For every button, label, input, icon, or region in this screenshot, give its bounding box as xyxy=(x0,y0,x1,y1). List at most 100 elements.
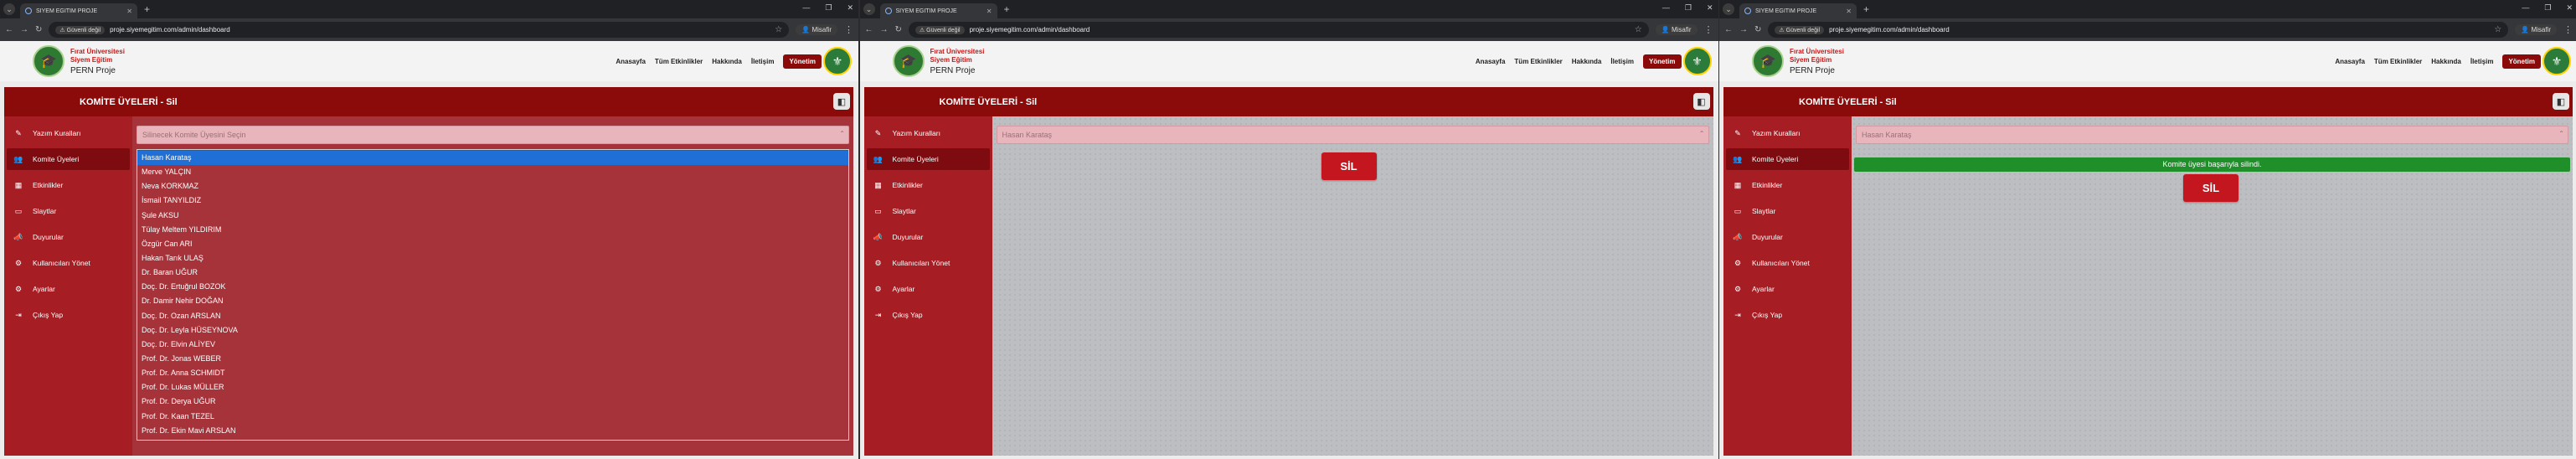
member-option[interactable]: İsmail TANYILDIZ xyxy=(137,193,848,208)
maximize-icon[interactable]: ❐ xyxy=(2544,3,2551,13)
member-option[interactable]: Prof. Dr. Ekin Mavi ARSLAN xyxy=(137,424,848,438)
sidebar-item-writing-rules[interactable]: ✎ Yazım Kuralları xyxy=(7,122,130,144)
sidebar-item-events[interactable]: ▦ Etkinlikler xyxy=(867,174,990,196)
sidebar-item-announcements[interactable]: 📣 Duyurular xyxy=(1726,226,1849,248)
nav-admin[interactable]: Yönetim xyxy=(783,54,822,69)
member-option[interactable]: Şule AKSU xyxy=(137,209,848,223)
sidebar-item-committee[interactable]: 👥 Komite Üyeleri xyxy=(866,148,990,170)
address-bar[interactable]: ⚠ Güvenli değil proje.siyemegitim.com/ad… xyxy=(908,22,1649,38)
browser-tab[interactable]: SİYEM EGİTİM PROJE ✕ xyxy=(1739,3,1857,18)
tab-search-icon[interactable]: ⌄ xyxy=(863,3,875,15)
collapse-icon[interactable]: ◧ xyxy=(833,93,850,110)
sidebar-item-manage-users[interactable]: ⚙ Kullanıcıları Yönet xyxy=(1726,252,1849,274)
bookmark-star-icon[interactable]: ☆ xyxy=(1635,25,1642,34)
collapse-icon[interactable]: ◧ xyxy=(2553,93,2569,110)
nav-admin[interactable]: Yönetim xyxy=(2502,54,2541,69)
bookmark-star-icon[interactable]: ☆ xyxy=(775,25,782,34)
nav-contact[interactable]: İletişim xyxy=(1610,58,1634,65)
nav-all-events[interactable]: Tüm Etkinlikler xyxy=(2374,58,2422,65)
sidebar-item-logout[interactable]: ⇥ Çıkış Yap xyxy=(1726,304,1849,326)
minimize-icon[interactable]: — xyxy=(1662,3,1670,13)
nav-admin[interactable]: Yönetim xyxy=(1642,54,1682,69)
nav-all-events[interactable]: Tüm Etkinlikler xyxy=(1514,58,1562,65)
profile-button[interactable]: 👤 Misafir xyxy=(1655,24,1698,35)
member-select[interactable]: Silinecek Komite Üyesini Seçin ⌃ xyxy=(137,126,849,144)
reload-icon[interactable]: ↻ xyxy=(35,25,42,34)
forward-icon[interactable]: → xyxy=(20,25,28,34)
sidebar-item-settings[interactable]: ⚙ Ayarlar xyxy=(7,278,130,300)
member-option[interactable]: Prof. Dr. Anna SCHMIDT xyxy=(137,366,848,380)
close-tab-icon[interactable]: ✕ xyxy=(126,8,132,15)
back-icon[interactable]: ← xyxy=(5,25,13,34)
member-option[interactable]: Doç. Dr. Ertuğrul BOZOK xyxy=(137,280,848,294)
sidebar-item-slides[interactable]: ▭ Slaytlar xyxy=(7,200,130,222)
university-seal-icon[interactable]: ⚜ xyxy=(823,47,852,75)
address-bar[interactable]: ⚠ Güvenli değil proje.siyemegitim.com/ad… xyxy=(1768,22,2509,38)
member-option[interactable]: Prof. Dr. Jonas WEBER xyxy=(137,352,848,366)
graduation-cap-logo-icon[interactable]: 🎓 xyxy=(892,45,925,77)
member-option[interactable]: Prof. Dr. Lukas MÜLLER xyxy=(137,380,848,395)
new-tab-icon[interactable]: + xyxy=(144,3,150,15)
sidebar-item-logout[interactable]: ⇥ Çıkış Yap xyxy=(867,304,990,326)
tab-search-icon[interactable]: ⌄ xyxy=(1723,3,1734,15)
profile-button[interactable]: 👤 Misafir xyxy=(796,24,837,35)
browser-menu-icon[interactable]: ⋮ xyxy=(1704,24,1713,35)
delete-button[interactable]: SİL xyxy=(1321,152,1377,180)
member-option[interactable]: Merve YALÇIN xyxy=(137,165,848,179)
sidebar-item-committee[interactable]: 👥 Komite Üyeleri xyxy=(1726,148,1849,170)
nav-home[interactable]: Anasayfa xyxy=(1476,58,1506,65)
browser-tab[interactable]: SİYEM EGİTİM PROJE ✕ xyxy=(20,3,137,18)
sidebar-item-settings[interactable]: ⚙ Ayarlar xyxy=(867,278,990,300)
nav-about[interactable]: Hakkında xyxy=(1572,58,1602,65)
maximize-icon[interactable]: ❐ xyxy=(825,3,832,13)
sidebar-item-logout[interactable]: ⇥ Çıkış Yap xyxy=(7,304,130,326)
nav-about[interactable]: Hakkında xyxy=(2431,58,2461,65)
minimize-icon[interactable]: — xyxy=(2522,3,2529,13)
tab-search-icon[interactable]: ⌄ xyxy=(3,3,15,15)
nav-all-events[interactable]: Tüm Etkinlikler xyxy=(655,58,703,65)
new-tab-icon[interactable]: + xyxy=(1004,3,1010,15)
sidebar-item-events[interactable]: ▦ Etkinlikler xyxy=(1726,174,1849,196)
member-option[interactable]: Neva KORKMAZ xyxy=(137,179,848,193)
member-option[interactable]: Hakan Tarık ULAŞ xyxy=(137,251,848,266)
collapse-icon[interactable]: ◧ xyxy=(1692,93,1710,110)
sidebar-item-writing-rules[interactable]: ✎ Yazım Kuralları xyxy=(1726,122,1849,144)
member-option[interactable]: Hasan Karataş xyxy=(137,151,848,166)
nav-about[interactable]: Hakkında xyxy=(712,58,742,65)
security-badge[interactable]: ⚠ Güvenli değil xyxy=(914,25,965,34)
maximize-icon[interactable]: ❐ xyxy=(1685,3,1692,13)
university-seal-icon[interactable]: ⚜ xyxy=(2543,47,2571,75)
security-badge[interactable]: ⚠ Güvenli değil xyxy=(1775,25,1825,34)
sidebar-item-announcements[interactable]: 📣 Duyurular xyxy=(7,226,130,248)
member-option[interactable]: Doç. Dr. Ozan ARSLAN xyxy=(137,309,848,323)
reload-icon[interactable]: ↻ xyxy=(895,25,902,34)
nav-contact[interactable]: İletişim xyxy=(751,58,775,65)
member-options-list[interactable]: Hasan Karataş Merve YALÇIN Neva KORKMAZ İsm… xyxy=(137,149,849,441)
close-tab-icon[interactable]: ✕ xyxy=(1846,8,1852,15)
sidebar-item-settings[interactable]: ⚙ Ayarlar xyxy=(1726,278,1849,300)
sidebar-item-manage-users[interactable]: ⚙ Kullanıcıları Yönet xyxy=(867,252,990,274)
graduation-cap-logo-icon[interactable]: 🎓 xyxy=(1752,45,1784,77)
close-window-icon[interactable]: ✕ xyxy=(847,3,853,13)
back-icon[interactable]: ← xyxy=(1724,25,1733,34)
member-select[interactable]: Hasan Karataş ⌃ xyxy=(1856,126,2568,144)
browser-tab[interactable]: SİYEM EGİTİM PROJE ✕ xyxy=(879,3,997,18)
sidebar-item-writing-rules[interactable]: ✎ Yazım Kuralları xyxy=(867,122,990,144)
nav-home[interactable]: Anasayfa xyxy=(2335,58,2365,65)
member-option[interactable]: Prof. Dr. Kaan TEZEL xyxy=(137,410,848,424)
university-seal-icon[interactable]: ⚜ xyxy=(1682,47,1712,75)
member-option[interactable]: Dr. Damir Nehir DOĞAN xyxy=(137,294,848,308)
browser-menu-icon[interactable]: ⋮ xyxy=(844,24,853,35)
nav-home[interactable]: Anasayfa xyxy=(616,58,646,65)
reload-icon[interactable]: ↻ xyxy=(1754,25,1761,34)
close-window-icon[interactable]: ✕ xyxy=(1707,3,1713,13)
member-select[interactable]: Hasan Karataş ⌃ xyxy=(996,126,1709,144)
security-badge[interactable]: ⚠ Güvenli değil xyxy=(55,25,106,34)
member-option[interactable]: Doç. Dr. Elvin ALİYEV xyxy=(137,338,848,352)
member-option[interactable]: Tülay Meltem YILDIRIM xyxy=(137,223,848,237)
minimize-icon[interactable]: — xyxy=(802,3,810,13)
delete-button[interactable]: SİL xyxy=(2183,174,2239,202)
sidebar-item-slides[interactable]: ▭ Slaytlar xyxy=(1726,200,1849,222)
sidebar-item-events[interactable]: ▦ Etkinlikler xyxy=(7,174,130,196)
sidebar-item-announcements[interactable]: 📣 Duyurular xyxy=(867,226,990,248)
